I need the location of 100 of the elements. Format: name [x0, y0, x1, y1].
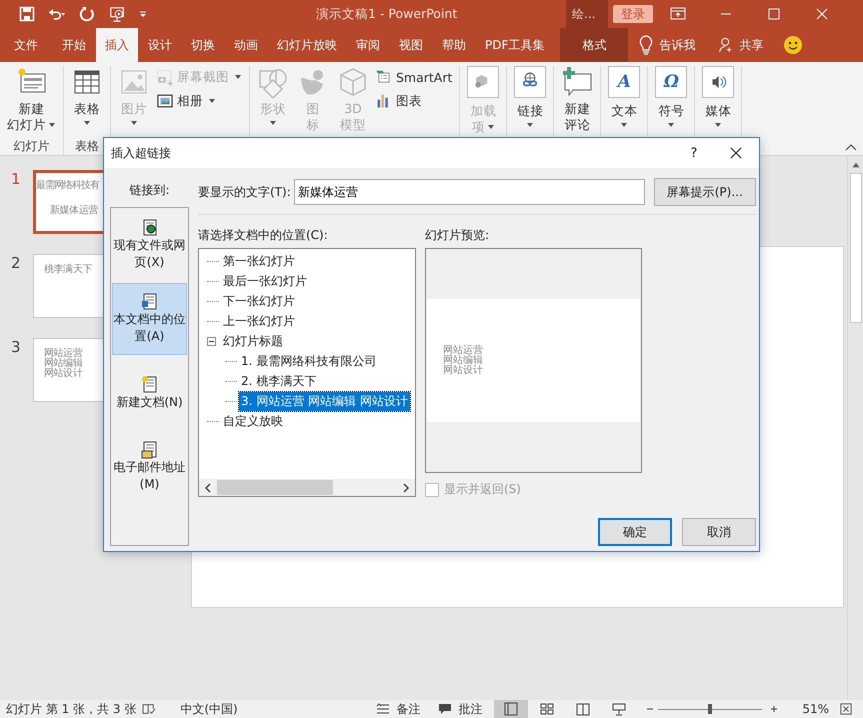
glyph-icon: A — [618, 72, 631, 92]
collapse-icon[interactable] — [207, 336, 216, 346]
ribbon-tab[interactable]: 切换 — [182, 28, 224, 62]
glyph-icon: Ω — [664, 72, 679, 92]
ribbon-button[interactable]: 图表 — [375, 92, 452, 110]
tree-item[interactable]: 3. 网站运营 网站编辑 网站设计 — [239, 392, 410, 410]
horizontal-scrollbar[interactable] — [199, 479, 415, 496]
location-label: 请选择文档中的位置(C): — [198, 227, 329, 244]
dialog-title: 插入超链接 — [111, 144, 171, 162]
ribbon-tab[interactable]: 视图 — [390, 28, 432, 62]
ribbon-tab[interactable]: 审阅 — [347, 28, 389, 62]
caret-icon — [667, 121, 676, 129]
window-title: 演示文稿1 - PowerPoint — [316, 6, 458, 22]
comment-icon — [438, 703, 452, 715]
display-text-label: 要显示的文字(T): — [198, 184, 291, 200]
caret-icon — [234, 73, 242, 81]
ribbon-button[interactable]: 链接 — [510, 66, 550, 129]
vertical-scrollbar[interactable] — [847, 156, 863, 700]
scroll-thumb[interactable] — [850, 173, 862, 323]
ribbon-button[interactable]: 新建 幻灯片 — [3, 66, 60, 133]
ribbon-tab[interactable]: 幻灯片放映 — [268, 28, 346, 62]
ribbon-tab[interactable]: 文件 — [0, 28, 52, 62]
scroll-right-icon[interactable] — [402, 482, 410, 492]
tree-item[interactable]: 上一张幻灯片 — [221, 312, 297, 330]
tree-item[interactable]: 幻灯片标题 — [221, 332, 285, 350]
checkbox-label: 显示并返回(S) — [444, 481, 521, 498]
ribbon-tab[interactable]: 插入 — [96, 28, 138, 62]
slide-number: 1 — [10, 170, 22, 188]
preview-text: 网站编辑 — [443, 356, 484, 366]
zoom-in-icon[interactable] — [770, 705, 778, 713]
collapse-ribbon-icon[interactable] — [845, 143, 857, 151]
thumbnail-text: 新媒体运营 — [50, 204, 100, 217]
preview-text: 网站设计 — [443, 366, 484, 376]
caret-icon — [269, 119, 277, 127]
thumbnail-text: 桃李满天下 — [43, 265, 94, 275]
comments-button[interactable]: 批注 — [432, 700, 482, 718]
display-text-field[interactable]: 新媒体运营 — [294, 179, 645, 205]
ribbon-tab[interactable]: 格式 — [560, 28, 628, 62]
language-indicator[interactable]: 中文(中国) — [180, 700, 238, 718]
ribbon-tab[interactable]: 开始 — [53, 28, 95, 62]
share-button[interactable]: 共享 — [733, 28, 770, 62]
thumbnail-text: 网站运营 — [43, 349, 82, 359]
notes-icon — [376, 703, 390, 715]
link-type-item[interactable]: 电子邮件地址(M) — [112, 431, 187, 503]
caret-icon — [130, 119, 138, 127]
email-icon — [140, 441, 158, 459]
zoom-slider[interactable] — [658, 703, 762, 715]
ribbon-button[interactable]: SmartArt — [375, 68, 452, 86]
notes-button[interactable]: 备注 — [370, 700, 420, 718]
help-button[interactable]: ? — [684, 146, 704, 160]
tree-item[interactable]: 最后一张幻灯片 — [221, 272, 309, 290]
caret-icon — [208, 97, 216, 105]
slide-number: 3 — [10, 338, 22, 356]
presentation-icon[interactable] — [108, 6, 126, 22]
ribbon-button[interactable]: 新建 评论 — [557, 66, 598, 133]
tell-me-button[interactable]: 告诉我 — [653, 28, 702, 62]
screenshot-icon — [156, 68, 174, 86]
ribbon-button[interactable]: Ω 符号 — [651, 66, 692, 129]
redo-icon[interactable] — [78, 6, 96, 22]
save-icon[interactable] — [18, 6, 36, 22]
caret-icon — [714, 121, 722, 129]
cancel-button[interactable]: 取消 — [682, 518, 756, 546]
ribbon-tab[interactable]: 帮助 — [433, 28, 475, 62]
tree-item[interactable]: 2. 桃李满天下 — [239, 372, 318, 390]
link-type-item[interactable]: 本文档中的位置(A) — [112, 283, 187, 355]
thumbnail-text: 网站编辑 — [43, 359, 84, 369]
customize-caret-icon[interactable] — [138, 9, 148, 19]
undo-icon[interactable] — [48, 6, 66, 22]
tree-item[interactable]: 1. 最需网络科技有限公司 — [239, 352, 378, 370]
ribbon-button[interactable]: 媒体 — [698, 66, 738, 129]
ribbon-tab[interactable]: 设计 — [139, 28, 181, 62]
caret-icon — [526, 121, 534, 129]
ribbon-tab[interactable]: 动画 — [225, 28, 267, 62]
spellcheck-icon[interactable] — [142, 703, 156, 715]
tree-item[interactable]: 下一张幻灯片 — [221, 292, 297, 310]
slide-number: 2 — [10, 254, 22, 272]
ribbon-button[interactable]: 相册 — [156, 92, 242, 110]
tree-item[interactable]: 第一张幻灯片 — [221, 252, 297, 270]
preview-label: 幻灯片预览: — [425, 227, 490, 244]
ribbon-button[interactable]: 表格 — [67, 66, 107, 127]
thumbnail-text: 最需网络科技有 — [36, 181, 100, 191]
preview-text: 网站运营 — [443, 346, 484, 356]
ribbon-button[interactable]: A 文本 — [604, 66, 644, 129]
ribbon-tab[interactable]: PDF工具集 — [476, 28, 554, 62]
fit-to-window-icon[interactable] — [839, 703, 853, 715]
caret-icon — [83, 119, 91, 127]
group-label: 表格 — [75, 138, 99, 155]
new-document-icon — [140, 376, 158, 394]
add-comment-icon — [561, 66, 594, 98]
tree-item[interactable]: 自定义放映 — [221, 412, 285, 430]
photo-album-icon — [156, 92, 174, 110]
caret-icon — [620, 121, 628, 129]
normal-view-icon[interactable] — [494, 700, 528, 718]
scroll-left-icon[interactable] — [204, 482, 212, 492]
group-label: 幻灯片 — [14, 138, 50, 155]
smiley-icon[interactable] — [783, 35, 804, 55]
ok-button[interactable]: 确定 — [598, 518, 672, 546]
close-icon[interactable] — [730, 147, 742, 159]
zoom-level[interactable]: 51% — [802, 702, 829, 716]
screentip-button[interactable]: 屏幕提示(P)... — [654, 178, 756, 206]
